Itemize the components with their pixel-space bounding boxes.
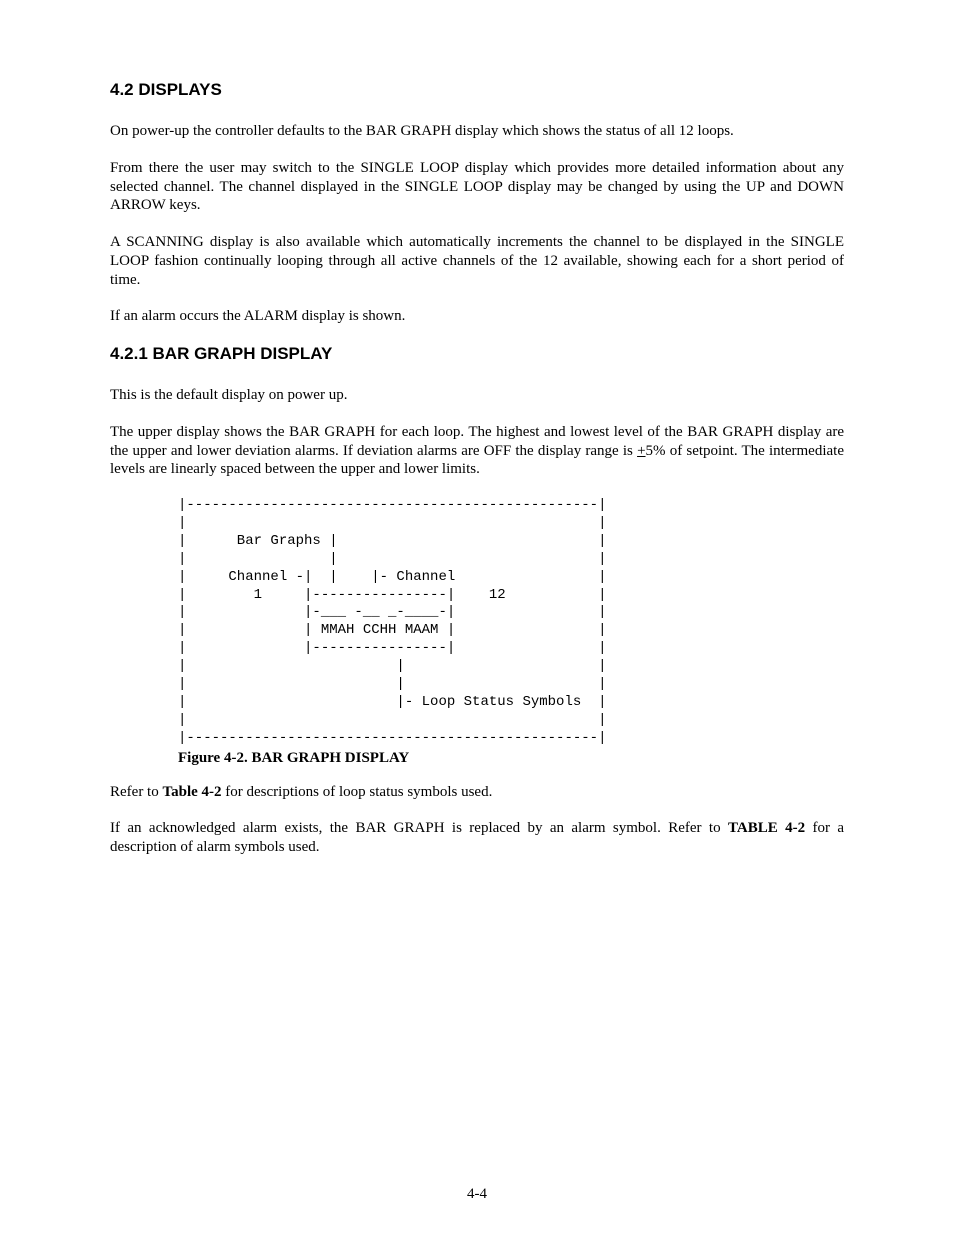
paragraph-table-ref-1: Refer to Table 4-2 for descriptions of l… bbox=[110, 783, 844, 802]
paragraph-intro-3: A SCANNING display is also available whi… bbox=[110, 233, 844, 289]
p7-bold: Table 4-2 bbox=[162, 784, 221, 800]
page-number: 4-4 bbox=[0, 1186, 954, 1203]
section-heading: 4.2 DISPLAYS bbox=[110, 80, 844, 100]
paragraph-intro-4: If an alarm occurs the ALARM display is … bbox=[110, 307, 844, 326]
p8-part-a: If an acknowledged alarm exists, the BAR… bbox=[110, 820, 728, 836]
paragraph-barintro-1: This is the default display on power up. bbox=[110, 386, 844, 405]
ascii-diagram: |---------------------------------------… bbox=[178, 497, 844, 748]
paragraph-barintro-2: The upper display shows the BAR GRAPH fo… bbox=[110, 423, 844, 479]
paragraph-intro-1: On power-up the controller defaults to t… bbox=[110, 122, 844, 141]
paragraph-intro-2: From there the user may switch to the SI… bbox=[110, 159, 844, 215]
p7-part-b: for descriptions of loop status symbols … bbox=[222, 784, 493, 800]
figure-caption: Figure 4-2. BAR GRAPH DISPLAY bbox=[178, 750, 844, 767]
p7-part-a: Refer to bbox=[110, 784, 162, 800]
paragraph-table-ref-2: If an acknowledged alarm exists, the BAR… bbox=[110, 819, 844, 857]
p8-bold: TABLE 4-2 bbox=[728, 820, 805, 836]
p6-underline: + bbox=[637, 443, 645, 459]
subsection-heading: 4.2.1 BAR GRAPH DISPLAY bbox=[110, 344, 844, 364]
